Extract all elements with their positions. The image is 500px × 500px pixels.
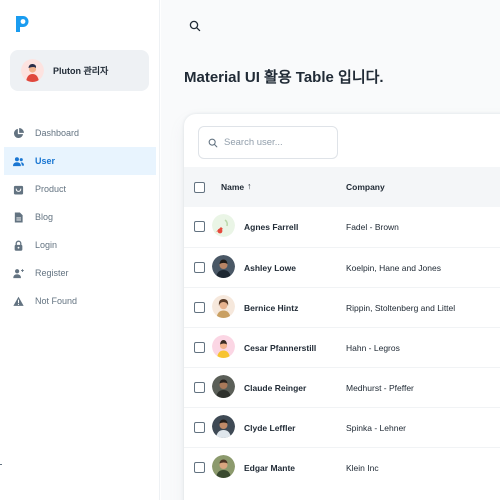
row-checkbox[interactable] <box>194 462 205 473</box>
avatar <box>212 295 235 318</box>
sidebar-item-blog[interactable]: Blog <box>4 203 156 231</box>
account-card[interactable]: Pluton 관리자 <box>10 50 149 91</box>
avatar <box>212 455 235 478</box>
user-name: Edgar Mante <box>244 463 296 473</box>
sidebar-item-label: Not Found <box>35 296 78 306</box>
column-header-company[interactable]: Company <box>346 182 385 192</box>
table-header: Name ↑ Company <box>184 167 500 207</box>
alert-triangle-icon <box>13 296 24 307</box>
table-row[interactable]: Claude Reinger Medhurst - Pfeffer <box>184 367 500 407</box>
sidebar-item-label: User <box>35 156 56 166</box>
account-name: Pluton 관리자 <box>53 66 109 76</box>
table-row[interactable]: Cesar Pfannerstill Hahn - Legros <box>184 327 500 367</box>
sidebar-item-label: Dashboard <box>35 128 80 138</box>
user-company: Hahn - Legros <box>346 343 400 353</box>
user-company: Koelpin, Hane and Jones <box>346 263 441 273</box>
user-company: Klein Inc <box>346 463 379 473</box>
row-checkbox[interactable] <box>194 422 205 433</box>
people-icon <box>13 156 24 167</box>
avatar <box>21 59 44 82</box>
sidebar-item-label: Login <box>35 240 58 250</box>
avatar <box>212 375 235 398</box>
table-row[interactable]: Clyde Leffler Spinka - Lehner <box>184 407 500 447</box>
sidebar-item-label: Register <box>35 268 69 278</box>
row-checkbox[interactable] <box>194 221 205 232</box>
table-row[interactable]: Edgar Mante Klein Inc <box>184 447 500 487</box>
avatar <box>212 415 235 438</box>
logo-icon[interactable] <box>14 14 30 34</box>
select-all-checkbox[interactable] <box>194 182 205 193</box>
person-add-icon <box>13 268 24 279</box>
sort-arrow-up-icon[interactable]: ↑ <box>247 181 252 191</box>
user-name: Clyde Leffler <box>244 423 296 433</box>
search-user-field[interactable] <box>198 126 338 159</box>
row-checkbox[interactable] <box>194 382 205 393</box>
row-checkbox[interactable] <box>194 302 205 313</box>
sidebar-item-user[interactable]: User <box>4 147 156 175</box>
user-table-card: Name ↑ Company Agnes Farrell Fadel - Bro… <box>184 114 500 500</box>
sidebar-item-login[interactable]: Login <box>4 231 156 259</box>
table-body: Agnes Farrell Fadel - Brown Ashley Lowe … <box>184 207 500 487</box>
sidebar-item-product[interactable]: Product <box>4 175 156 203</box>
user-name: Bernice Hintz <box>244 303 299 313</box>
search-icon <box>208 138 218 147</box>
user-name: Agnes Farrell <box>244 222 299 232</box>
user-company: Rippin, Stoltenberg and Littel <box>346 303 456 313</box>
search-user-input[interactable] <box>224 137 329 148</box>
sidebar-nav: Dashboard User Product Blog Login Regist… <box>0 119 160 315</box>
pie-chart-icon <box>13 127 24 139</box>
user-name: Cesar Pfannerstill <box>244 343 317 353</box>
avatar <box>212 214 235 237</box>
page-title: Material UI 활용 Table 입니다. <box>184 69 384 86</box>
user-company: Fadel - Brown <box>346 222 399 232</box>
sidebar-item-label: Blog <box>35 212 54 222</box>
row-checkbox[interactable] <box>194 342 205 353</box>
avatar <box>212 335 235 358</box>
column-header-name[interactable]: Name <box>221 182 244 192</box>
sidebar-item-dashboard[interactable]: Dashboard <box>4 119 156 147</box>
table-row[interactable]: Ashley Lowe Koelpin, Hane and Jones <box>184 247 500 287</box>
sidebar-item-not-found[interactable]: Not Found <box>4 287 156 315</box>
search-icon[interactable] <box>189 19 201 32</box>
divider <box>0 464 2 465</box>
user-name: Ashley Lowe <box>244 263 296 273</box>
shopping-bag-icon <box>13 184 24 195</box>
sidebar: Pluton 관리자 Dashboard User Product Blog L… <box>0 0 160 500</box>
table-row[interactable]: Bernice Hintz Rippin, Stoltenberg and Li… <box>184 287 500 327</box>
sidebar-item-register[interactable]: Register <box>4 259 156 287</box>
sidebar-item-label: Product <box>35 184 67 194</box>
user-company: Spinka - Lehner <box>346 423 407 433</box>
file-text-icon <box>13 211 24 223</box>
table-row[interactable]: Agnes Farrell Fadel - Brown <box>184 207 500 247</box>
row-checkbox[interactable] <box>194 262 205 273</box>
avatar <box>212 255 235 278</box>
user-company: Medhurst - Pfeffer <box>346 383 414 393</box>
lock-icon <box>13 240 24 251</box>
user-name: Claude Reinger <box>244 383 307 393</box>
